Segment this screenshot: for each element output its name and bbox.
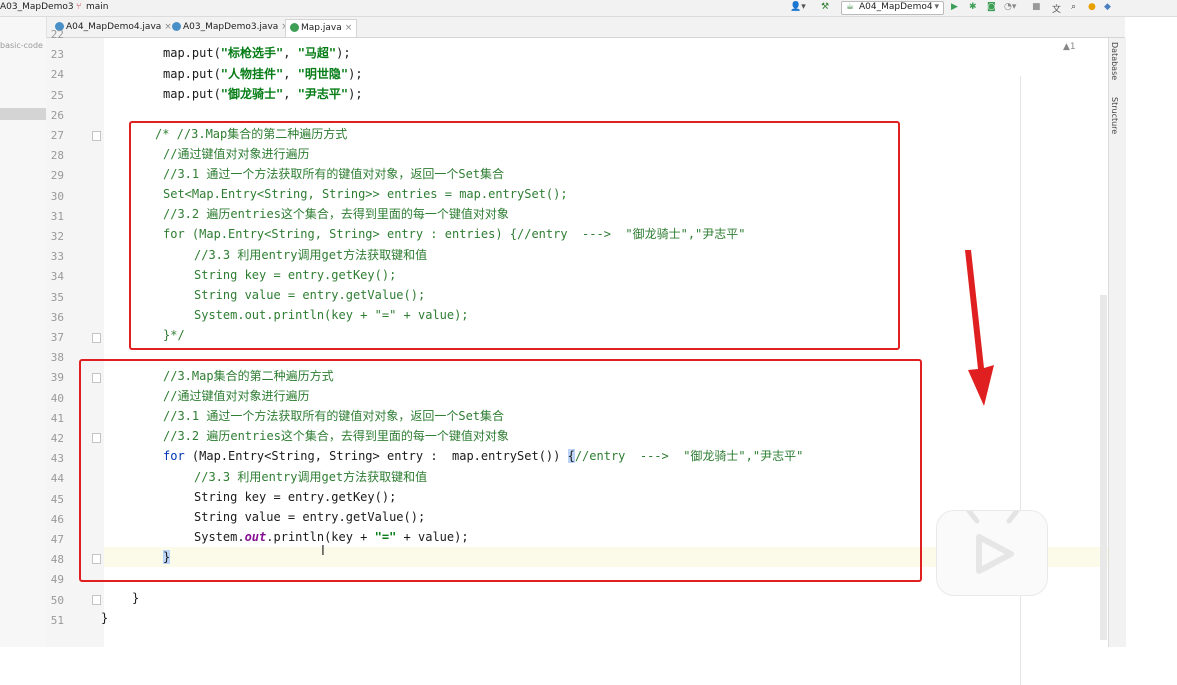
line-number: 24 <box>50 68 64 82</box>
run-config-label: A04_MapDemo4 <box>859 2 933 12</box>
database-tool-tab[interactable]: Database <box>1110 42 1119 80</box>
line-number: 25 <box>50 88 64 102</box>
breadcrumb-branch[interactable]: main <box>86 2 109 12</box>
project-panel: basic-code <box>0 17 47 647</box>
line-number: 40 <box>50 391 64 405</box>
structure-tool-tab[interactable]: Structure <box>1110 97 1119 134</box>
line-number: 35 <box>50 290 64 304</box>
line-number: 41 <box>50 411 64 425</box>
line-number: 37 <box>50 331 64 344</box>
stop-icon[interactable]: ■ <box>1032 2 1041 12</box>
coverage-icon[interactable]: ◙ <box>987 2 996 12</box>
search-icon[interactable]: ⌕ <box>1071 2 1076 12</box>
line-number: 26 <box>50 108 64 122</box>
run-icon[interactable]: ▶ <box>951 2 958 12</box>
chevron-down-icon: ▾ <box>934 2 939 12</box>
line-number: 23 <box>50 48 64 62</box>
user-icon[interactable]: 👤▾ <box>790 2 806 12</box>
line-number: 33 <box>50 250 64 264</box>
line-number: 45 <box>50 492 64 506</box>
tab-map-java[interactable]: Map.java × <box>285 19 358 37</box>
fold-marker[interactable] <box>92 333 101 343</box>
java-file-icon: ☕ <box>846 2 855 12</box>
fold-marker[interactable] <box>92 595 101 605</box>
tab-a04-mapdemo4[interactable]: A04_MapDemo4.java × <box>51 19 176 36</box>
breadcrumb-project[interactable]: A03_MapDemo3 <box>0 2 74 12</box>
navigation-bar: A03_MapDemo3 ⑂ main 👤▾ ⚒ ☕ A04_MapDemo4 … <box>0 0 1177 17</box>
update-icon[interactable]: ● <box>1088 2 1096 12</box>
warning-indicator[interactable]: ▲1 <box>1063 42 1076 52</box>
close-icon[interactable]: × <box>345 23 353 33</box>
line-number: 29 <box>50 169 64 183</box>
line-number: 44 <box>50 472 64 486</box>
line-number: 43 <box>50 452 64 466</box>
code-line: map.put("人物挂件", "明世隐"); <box>163 67 363 81</box>
play-icon <box>966 508 1020 574</box>
build-hammer-icon[interactable]: ⚒ <box>821 2 829 12</box>
line-number: 22 <box>50 28 64 41</box>
line-number: 32 <box>50 230 64 243</box>
line-number: 47 <box>50 533 64 546</box>
project-selected-item[interactable] <box>0 108 46 120</box>
line-number: 51 <box>50 613 64 627</box>
line-number: 38 <box>50 351 64 365</box>
translate-icon[interactable]: 文 <box>1052 2 1061 15</box>
line-number: 42 <box>50 432 64 445</box>
line-number: 48 <box>50 553 64 567</box>
code-line: map.put("标枪选手", "马超"); <box>163 46 351 60</box>
interface-icon <box>290 23 299 32</box>
plugin-icon[interactable]: ◆ <box>1104 2 1111 12</box>
line-number: 46 <box>50 512 64 526</box>
red-arrow-icon <box>965 250 994 406</box>
profile-icon[interactable]: ◔▾ <box>1004 2 1016 12</box>
code-line: } <box>101 611 109 625</box>
line-number: 34 <box>50 270 64 284</box>
tab-a03-mapdemo3[interactable]: A03_MapDemo3.java× <box>168 19 293 36</box>
line-number: 36 <box>50 310 64 324</box>
line-number: 30 <box>50 189 64 203</box>
code-line: } <box>132 591 140 605</box>
line-number: 27 <box>50 129 64 142</box>
debug-icon[interactable]: ✱ <box>969 2 977 12</box>
code-line: map.put("御龙骑士", "尹志平"); <box>163 87 363 101</box>
video-play-button[interactable] <box>936 508 1048 596</box>
editor-tabs: ⚙ — A04_MapDemo4.java× A03_MapDemo3.java… <box>0 17 1125 38</box>
highlight-box-active-code <box>79 359 922 582</box>
line-number: 50 <box>50 593 64 607</box>
line-number: 49 <box>50 573 64 587</box>
project-path: basic-code <box>0 41 43 50</box>
fold-marker[interactable] <box>92 131 101 141</box>
java-class-icon <box>172 22 181 31</box>
line-number: 28 <box>50 149 64 163</box>
line-number: 39 <box>50 371 64 385</box>
vertical-scrollbar[interactable] <box>1100 295 1107 640</box>
run-config-select[interactable]: ☕ A04_MapDemo4 ▾ <box>841 1 944 15</box>
line-number: 31 <box>50 209 64 223</box>
highlight-box-comment-block <box>129 121 900 350</box>
branch-icon: ⑂ <box>76 2 82 12</box>
